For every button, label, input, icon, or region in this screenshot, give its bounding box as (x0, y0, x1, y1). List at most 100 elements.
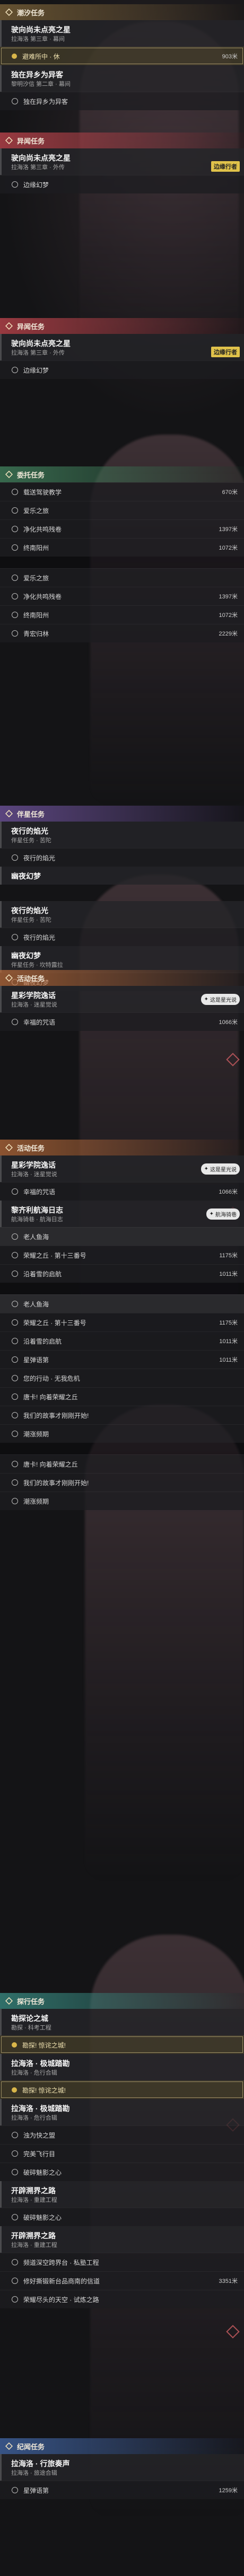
objective-label: 星弹语第 (23, 1356, 49, 1364)
quest-badge: ✦ 航海骑巷 (206, 1208, 240, 1220)
objective-row[interactable]: 荣耀之丘 · 第十三番号 1175米 (0, 1313, 244, 1331)
objective-label: 夜行的焰光 (23, 933, 56, 941)
objective-label: 完美飞行目 (23, 2150, 56, 2158)
objective-row[interactable]: 幸福的咒语 1066米 (0, 1182, 244, 1201)
section-header[interactable]: 潮汐任务 (0, 4, 244, 20)
objective-bullet-icon (12, 1019, 18, 1025)
quest-subtitle: 勘探 · 科考工程 (11, 2025, 51, 2031)
objective-label: 沿着雪的启航 (23, 1337, 62, 1345)
objective-label: 夜行的焰光 (23, 854, 56, 862)
objective-row[interactable]: 边缘幻梦 (0, 360, 244, 379)
objective-row[interactable]: 浊为快之盟 (0, 2125, 244, 2144)
quest-title: 驶向尚未点亮之星 (11, 154, 71, 162)
objective-row[interactable]: 青宏归林 2229米 (0, 624, 244, 642)
section-title: 异闻任务 (17, 322, 45, 331)
objective-row[interactable]: 我们的故事才刚刚开始! (0, 1473, 244, 1492)
quest-card[interactable]: 星彩学院逸话 拉海洛 · 迷星觉说 ✦ 这是星光说 (0, 986, 244, 1012)
quest-card[interactable]: 勘探论之城 勘探 · 科考工程 (0, 2009, 244, 2035)
quest-card[interactable]: 黎齐利航海日志 航海骑巷 · 航海日志 ✦ 航海骑巷 (0, 1201, 244, 1227)
objective-row[interactable]: 破碎魅影之心 (0, 2163, 244, 2181)
objective-row[interactable]: 独在异乡为异客 (0, 92, 244, 110)
quest-title: 开辟溯界之路 (11, 2231, 56, 2240)
objective-bullet-icon (12, 854, 18, 861)
objective-row[interactable]: 边缘幻梦 (0, 175, 244, 193)
section-header[interactable]: 异闻任务 (0, 133, 244, 148)
section-header[interactable]: 活动任务 (0, 1140, 244, 1155)
objective-label: 终南阳州 (23, 544, 49, 552)
objective-label: 唐卡! 向着荣耀之丘 (23, 1460, 78, 1468)
quest-title: 拉海洛 · 极城踏勘 (11, 2059, 70, 2068)
objective-row[interactable]: 潮涨频期 (0, 1492, 244, 1510)
section-header[interactable]: 纪闻任务 (0, 2438, 244, 2454)
objective-row[interactable]: 潮涨频期 (0, 1424, 244, 1443)
section-header[interactable]: 委托任务 (0, 466, 244, 482)
objective-row[interactable]: 净化共鸣残卷 1397米 (0, 519, 244, 538)
objective-label: 净化共鸣残卷 (23, 593, 62, 601)
section-header[interactable]: 活动任务 (0, 970, 244, 986)
objective-distance: 903米 (222, 54, 238, 60)
quest-badge-label: 航海骑巷 (215, 1212, 237, 1218)
objective-row[interactable]: 唐卡! 向着荣耀之丘 (0, 1387, 244, 1406)
objective-row[interactable]: 避难所中 · 休 903米 (0, 47, 244, 65)
objective-row[interactable]: 勘探! 惊诧之城! (0, 2035, 244, 2054)
quest-card[interactable]: 开辟溯界之路 拉海洛 · 重建工程 (0, 2181, 244, 2208)
quest-card[interactable]: 驶向尚未点亮之星 拉海洛 第三章 · 幕间 (0, 20, 244, 47)
quest-card[interactable]: 夜行的焰光 伴星任务 · 苦陀 (0, 822, 244, 848)
objective-row[interactable]: 荣耀之丘 · 第十三番号 1175米 (0, 1246, 244, 1264)
objective-row[interactable]: 夜行的焰光 (0, 848, 244, 867)
objective-row[interactable]: 净化共鸣残卷 1397米 (0, 587, 244, 605)
objective-row[interactable]: 终南阳州 1072米 (0, 605, 244, 624)
objective-row[interactable]: 修好撕锻新台品商南的信道 3351米 (0, 2271, 244, 2290)
objective-label: 破碎魅影之心 (23, 2213, 62, 2221)
quest-title: 驶向尚未点亮之星 (11, 339, 71, 348)
objective-row[interactable]: 爱乐之旅 (0, 568, 244, 587)
objective-row[interactable]: 幸福的咒语 1066米 (0, 1012, 244, 1031)
objective-row[interactable]: 老人鱼海 (0, 1294, 244, 1313)
quest-card[interactable]: 驶向尚未点亮之星 拉海洛 第三章 · 外传 边缘行者 (0, 148, 244, 175)
quest-card[interactable]: 独在异乡为异客 黎明汐信 第二章 · 幕间 (0, 65, 244, 92)
section-header[interactable]: 探行任务 (0, 1993, 244, 2009)
objective-row[interactable]: 破碎魅影之心 (0, 2208, 244, 2226)
quest-card[interactable]: 开辟溯界之路 拉海洛 · 重建工程 (0, 2226, 244, 2253)
objective-row[interactable]: 沿着雪的启航 1011米 (0, 1264, 244, 1283)
quest-card[interactable]: 拉海洛 · 行旅奏声 拉海洛 · 旅途合辑 (0, 2454, 244, 2481)
quest-card[interactable]: 拉海洛 · 极城踏勘 拉海洛 · 危行合辑 (0, 2099, 244, 2125)
objective-row[interactable]: 爱乐之旅 (0, 501, 244, 519)
quest-subtitle: 伴星任务 · 苦陀 (11, 917, 51, 923)
quest-card[interactable]: 夜行的焰光 伴星任务 · 苦陀 (0, 901, 244, 928)
objective-bullet-icon (12, 1479, 18, 1486)
objective-row[interactable]: 终南阳州 1072米 (0, 538, 244, 557)
quest-tag: 边缘行者 (211, 347, 240, 357)
objective-distance: 1011米 (219, 1271, 238, 1277)
quest-title: 夜行的焰光 (11, 827, 48, 835)
objective-label: 荣耀尽头的天空 · 试炼之路 (23, 2296, 99, 2304)
quest-title: 拉海洛 · 极城踏勘 (11, 2104, 70, 2113)
objective-distance: 3351米 (219, 2278, 238, 2284)
objective-row[interactable]: 我们的故事才刚刚开始! (0, 1406, 244, 1424)
objective-label: 边缘幻梦 (23, 181, 49, 189)
objective-row[interactable]: 频道深空跨界台 · 私塾工程 (0, 2253, 244, 2271)
objective-row[interactable]: 完美飞行目 (0, 2144, 244, 2163)
quest-card[interactable]: 幽夜幻梦 伴星任务 · 坎特露拉 (0, 946, 244, 973)
section-header[interactable]: 异闻任务 (0, 318, 244, 334)
objective-distance: 1066米 (219, 1019, 238, 1026)
objective-row[interactable]: 荣耀尽头的天空 · 试炼之路 (0, 2290, 244, 2308)
check-icon (12, 2087, 17, 2093)
objective-row[interactable]: 您的行动 · 无我危机 (0, 1369, 244, 1387)
objective-row[interactable]: 星弹语第 1011米 (0, 1350, 244, 1369)
objective-row[interactable]: 老人鱼海 (0, 1227, 244, 1246)
objective-label: 老人鱼海 (23, 1233, 49, 1241)
objective-distance: 1011米 (219, 1357, 238, 1363)
objective-row[interactable]: 夜行的焰光 (0, 928, 244, 946)
quest-card[interactable]: 驶向尚未点亮之星 拉海洛 第三章 · 外传 边缘行者 (0, 334, 244, 360)
quest-card[interactable]: 拉海洛 · 极城踏勘 拉海洛 · 危行合辑 (0, 2054, 244, 2080)
objective-row[interactable]: 唐卡! 向着荣耀之丘 (0, 1454, 244, 1473)
objective-row[interactable]: 勘探! 惊诧之城! (0, 2080, 244, 2099)
quest-card[interactable]: 幽夜幻梦 (0, 867, 244, 885)
section-header[interactable]: 伴星任务 (0, 806, 244, 822)
objective-row[interactable]: 沿着雪的启航 1011米 (0, 1331, 244, 1350)
section-title: 活动任务 (17, 974, 45, 983)
objective-row[interactable]: 载送驾驶教学 670米 (0, 482, 244, 501)
quest-card[interactable]: 星彩学院逸话 拉海洛 · 迷星觉说 ✦ 这是星光说 (0, 1155, 244, 1182)
objective-row[interactable]: 星弹语第 1259米 (0, 2481, 244, 2499)
